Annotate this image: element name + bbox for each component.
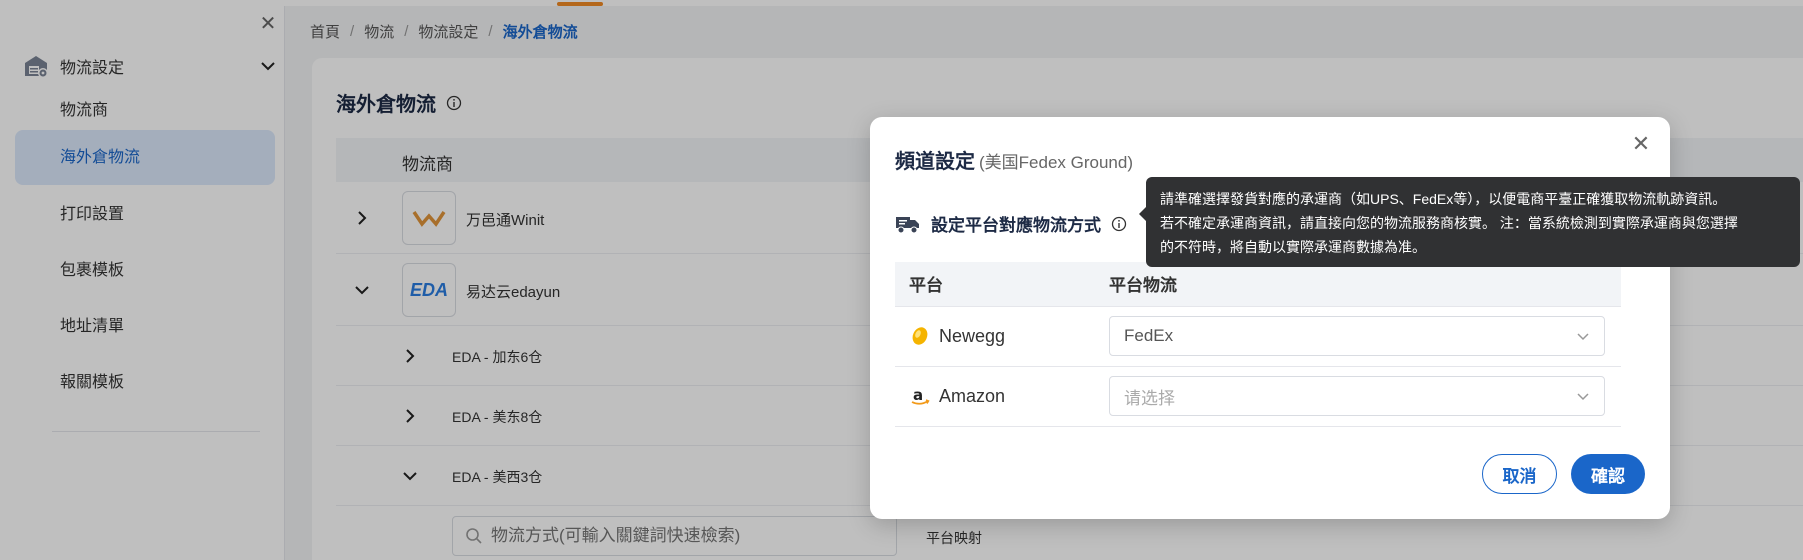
platform: a Amazon <box>909 385 1095 407</box>
logistics-cell: FedEx <box>1095 306 1621 367</box>
info-icon[interactable] <box>1111 216 1127 232</box>
column-header-platform: 平台 <box>895 262 1095 307</box>
platform-cell: a Amazon <box>895 366 1095 427</box>
tooltip-line: 的不符時，將自動以實際承運商數據為准。 <box>1160 239 1426 255</box>
table-row: a Amazon 请选择 <box>895 366 1621 427</box>
carrier-info-tooltip: 請準確選擇發貨對應的承運商（如UPS、FedEx等），以便電商平臺正確獲取物流軌… <box>1139 177 1800 267</box>
svg-text:a: a <box>913 386 923 404</box>
modal-title-text: 頻道設定 <box>895 151 975 173</box>
select-placeholder: 请选择 <box>1124 388 1175 408</box>
tooltip-line: 請準確選擇發貨對應的承運商（如UPS、FedEx等），以便電商平臺正確獲取物流軌… <box>1160 191 1727 207</box>
platform-name: Amazon <box>939 385 1006 406</box>
modal-subtitle: (美国Fedex Ground) <box>979 153 1133 172</box>
table-header-row: 平台 平台物流 <box>895 262 1621 307</box>
column-header-platform-logistics: 平台物流 <box>1095 262 1621 307</box>
section-title-text: 設定平台對應物流方式 <box>931 216 1101 235</box>
platform-name: Newegg <box>939 325 1006 346</box>
chevron-down-icon <box>1577 393 1589 401</box>
logistics-select-newegg[interactable]: FedEx <box>1109 316 1605 356</box>
close-icon[interactable]: ✕ <box>1630 133 1652 155</box>
logistics-select-amazon[interactable]: 请选择 <box>1109 376 1605 416</box>
tooltip-line: 若不確定承運商資訊，請直接向您的物流服務商核實。 注：當系統檢測到實際承運商與您… <box>1160 215 1738 231</box>
amazon-icon: a <box>911 386 930 405</box>
table-row: Newegg FedEx <box>895 306 1621 367</box>
confirm-button[interactable]: 確認 <box>1571 454 1645 494</box>
cancel-button[interactable]: 取消 <box>1482 454 1557 494</box>
platform-mapping-table: 平台 平台物流 Newegg FedEx a Amazon 请选择 <box>895 262 1621 427</box>
chevron-down-icon <box>1577 333 1589 341</box>
truck-icon <box>896 216 919 233</box>
logistics-cell: 请选择 <box>1095 366 1621 427</box>
select-value: FedEx <box>1124 326 1174 345</box>
section-title: 設定平台對應物流方式 <box>895 211 1127 236</box>
platform-cell: Newegg <box>895 306 1095 367</box>
platform: Newegg <box>909 325 1095 347</box>
modal-title: 頻道設定 (美国Fedex Ground) <box>895 145 1133 174</box>
newegg-icon <box>912 327 928 345</box>
